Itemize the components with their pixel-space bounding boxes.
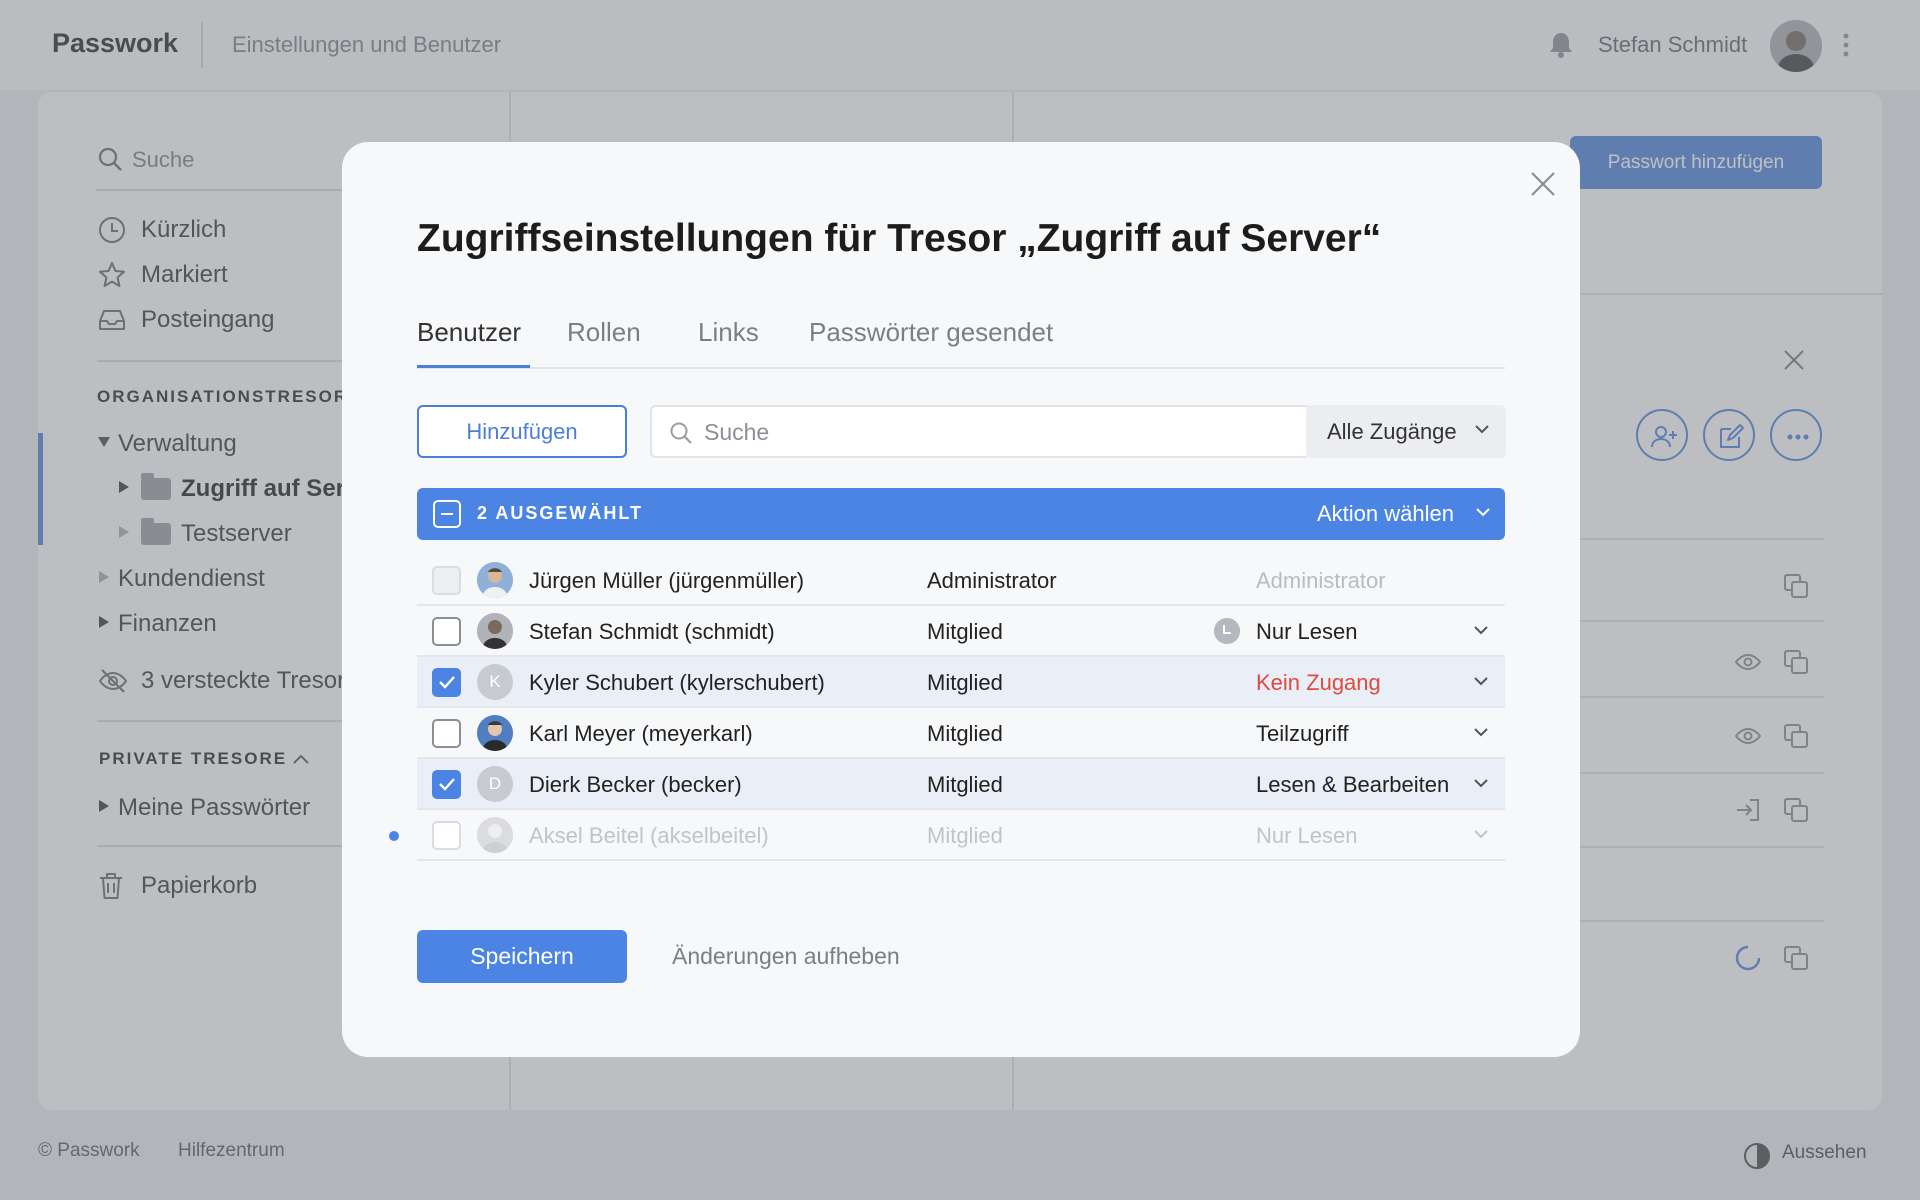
chevron-down-icon[interactable] bbox=[1473, 675, 1489, 687]
dialog-title: Zugriffseinstellungen für Tresor „Zugrif… bbox=[417, 217, 1382, 260]
access-level-dropdown[interactable]: Teilzugriff bbox=[1256, 721, 1349, 747]
selection-bar: 2 AUSGEWÄHLT Aktion wählen bbox=[417, 488, 1505, 540]
row-checkbox bbox=[432, 566, 461, 595]
add-user-button[interactable]: Hinzufügen bbox=[417, 405, 627, 458]
avatar bbox=[477, 562, 513, 598]
table-row: Stefan Schmidt (schmidt) Mitglied Nur Le… bbox=[417, 606, 1505, 657]
active-tab-indicator bbox=[417, 365, 530, 368]
avatar: D bbox=[477, 766, 513, 802]
chevron-down-icon bbox=[1475, 425, 1489, 434]
row-checkbox[interactable] bbox=[432, 821, 461, 850]
access-level-dropdown[interactable]: Lesen & Bearbeiten bbox=[1256, 772, 1449, 798]
deselect-all-checkbox[interactable] bbox=[433, 500, 461, 528]
user-name: Jürgen Müller (jürgenmüller) bbox=[529, 568, 805, 593]
user-name: Kyler Schubert (kylerschubert) bbox=[529, 670, 825, 695]
access-settings-dialog: Zugriffseinstellungen für Tresor „Zugrif… bbox=[342, 142, 1580, 1057]
avatar bbox=[477, 817, 513, 853]
user-name: Karl Meyer (meyerkarl) bbox=[529, 721, 753, 746]
row-checkbox[interactable] bbox=[432, 668, 461, 697]
tab-roles[interactable]: Rollen bbox=[567, 317, 641, 348]
avatar: K bbox=[477, 664, 513, 700]
chevron-down-icon[interactable] bbox=[1473, 828, 1489, 840]
user-role: Mitglied bbox=[927, 670, 1003, 695]
chevron-down-icon[interactable] bbox=[1473, 726, 1489, 738]
table-row: Karl Meyer (meyerkarl) Mitglied Teilzugr… bbox=[417, 708, 1505, 759]
user-name: Dierk Becker (becker) bbox=[529, 772, 742, 797]
save-button[interactable]: Speichern bbox=[417, 930, 627, 983]
chevron-down-icon[interactable] bbox=[1473, 777, 1489, 789]
access-filter-value: Alle Zugänge bbox=[1327, 419, 1457, 444]
pending-indicator bbox=[389, 831, 399, 841]
inherited-icon bbox=[1214, 618, 1240, 644]
access-filter-select[interactable]: Alle Zugänge bbox=[1306, 405, 1506, 458]
row-checkbox[interactable] bbox=[432, 770, 461, 799]
chevron-down-icon[interactable] bbox=[1473, 624, 1489, 636]
access-level: Administrator bbox=[1256, 568, 1386, 593]
user-role: Administrator bbox=[927, 568, 1057, 593]
access-level-dropdown[interactable]: Nur Lesen bbox=[1256, 823, 1358, 849]
access-level-dropdown[interactable]: Kein Zugang bbox=[1256, 670, 1381, 696]
row-checkbox[interactable] bbox=[432, 719, 461, 748]
table-row: Jürgen Müller (jürgenmüller) Administrat… bbox=[417, 555, 1505, 606]
tab-links[interactable]: Links bbox=[698, 317, 759, 348]
user-role: Mitglied bbox=[927, 721, 1003, 746]
chevron-down-icon[interactable] bbox=[1475, 506, 1491, 518]
user-role: Mitglied bbox=[927, 772, 1003, 797]
search-icon bbox=[670, 422, 692, 444]
tab-users[interactable]: Benutzer bbox=[417, 317, 521, 348]
table-row: K Kyler Schubert (kylerschubert) Mitglie… bbox=[417, 657, 1505, 708]
avatar bbox=[477, 613, 513, 649]
discard-changes-link[interactable]: Änderungen aufheben bbox=[672, 943, 900, 970]
tab-bar: Benutzer Rollen Links Passwörter gesende… bbox=[417, 317, 1505, 369]
selection-count: 2 AUSGEWÄHLT bbox=[477, 503, 643, 523]
avatar bbox=[477, 715, 513, 751]
user-role: Mitglied bbox=[927, 619, 1003, 644]
row-checkbox[interactable] bbox=[432, 617, 461, 646]
table-row: Aksel Beitel (akselbeitel) Mitglied Nur … bbox=[389, 810, 1505, 861]
user-search bbox=[650, 405, 1306, 458]
user-list: Jürgen Müller (jürgenmüller) Administrat… bbox=[389, 555, 1505, 861]
user-name: Stefan Schmidt (schmidt) bbox=[529, 619, 775, 644]
checkmark-icon bbox=[439, 778, 455, 791]
close-icon[interactable] bbox=[1527, 168, 1559, 200]
bulk-action-dropdown[interactable]: Aktion wählen bbox=[1317, 501, 1454, 527]
table-row: D Dierk Becker (becker) Mitglied Lesen &… bbox=[417, 759, 1505, 810]
access-level-dropdown[interactable]: Nur Lesen bbox=[1256, 619, 1358, 645]
search-input[interactable] bbox=[704, 417, 1284, 447]
tab-passwords-sent[interactable]: Passwörter gesendet bbox=[809, 317, 1053, 348]
user-name: Aksel Beitel (akselbeitel) bbox=[529, 823, 769, 848]
checkmark-icon bbox=[439, 676, 455, 689]
user-role: Mitglied bbox=[927, 823, 1003, 848]
